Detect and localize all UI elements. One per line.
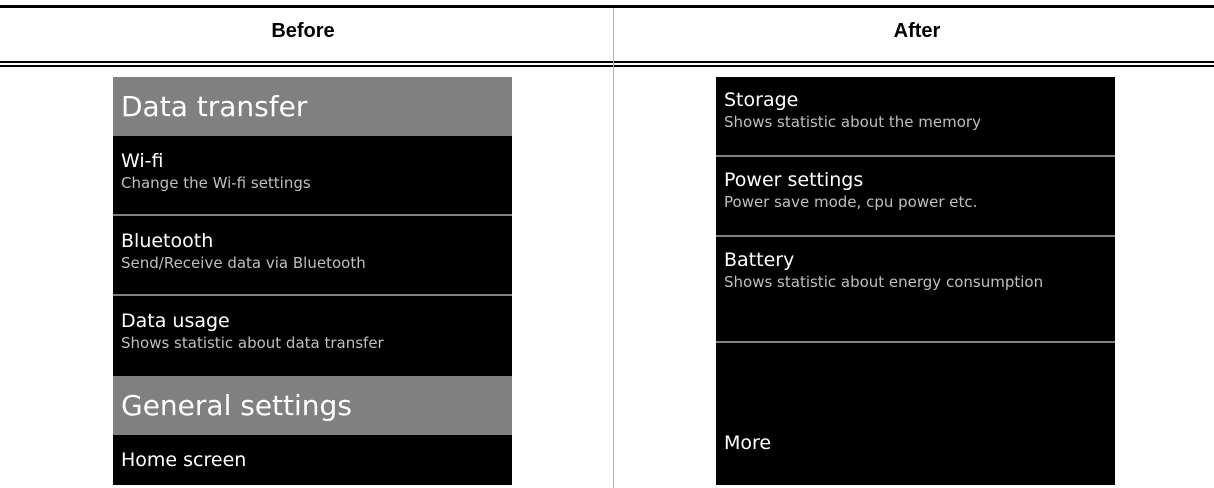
list-item-bluetooth[interactable]: Bluetooth Send/Receive data via Bluetoot… — [113, 216, 512, 296]
after-screen: Storage Shows statistic about the memory… — [716, 77, 1115, 485]
list-item-title: Power settings — [724, 169, 864, 191]
list-item-title: Bluetooth — [121, 230, 214, 252]
list-item-description: Power save mode, cpu power etc. — [724, 193, 978, 211]
list-item-description: Shows statistic about energy consumption — [724, 273, 1044, 291]
section-header-data-transfer: Data transfer — [113, 77, 512, 136]
list-item-data-usage[interactable]: Data usage Shows statistic about data tr… — [113, 296, 512, 376]
list-item-description: Send/Receive data via Bluetooth — [121, 254, 366, 272]
list-item-battery[interactable]: Battery Shows statistic about energy con… — [716, 237, 1115, 343]
column-header-before: Before — [271, 20, 335, 42]
header-rule-upper — [0, 61, 1214, 63]
table-top-rule — [0, 5, 1214, 8]
list-item-title: Storage — [724, 89, 799, 111]
list-item-title: Battery — [724, 249, 795, 271]
section-header-general-settings: General settings — [113, 376, 512, 435]
list-item-description: Change the Wi-fi settings — [121, 174, 311, 192]
more-button[interactable]: More — [724, 432, 771, 454]
list-item-power-settings[interactable]: Power settings Power save mode, cpu powe… — [716, 157, 1115, 237]
list-item-description: Shows statistic about data transfer — [121, 334, 384, 352]
list-item-description: Shows statistic about the memory — [724, 113, 981, 131]
list-item-home-screen[interactable]: Home screen — [113, 435, 512, 485]
column-header-after: After — [893, 20, 941, 42]
list-item-title: Home screen — [121, 449, 247, 471]
list-item-title: Wi-fi — [121, 150, 164, 172]
header-rule-lower — [0, 65, 1214, 67]
list-item-title: Data usage — [121, 310, 230, 332]
list-item-storage[interactable]: Storage Shows statistic about the memory — [716, 77, 1115, 157]
list-item-wifi[interactable]: Wi-fi Change the Wi-fi settings — [113, 136, 512, 216]
column-divider — [613, 8, 614, 488]
before-screen: Data transfer Wi-fi Change the Wi-fi set… — [113, 77, 512, 485]
